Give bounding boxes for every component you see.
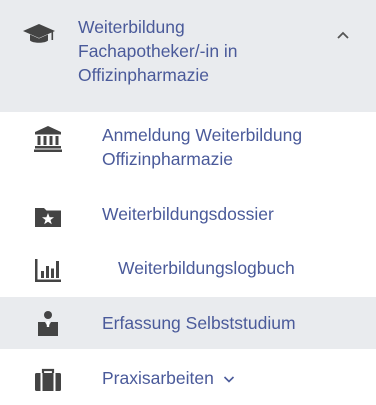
menu-item-anmeldung[interactable]: Anmeldung Weiterbildung Offizinpharmazie [0,114,376,190]
menu-item-praxisarbeiten[interactable]: Praxisarbeiten [0,352,376,404]
menu-item-label-line: Offizinpharmazie [102,149,233,169]
briefcase-icon [34,366,62,394]
bar-chart-icon [34,256,62,284]
menu-group-title-line: Offizinpharmazie [78,65,209,85]
menu-item-label-text: Praxisarbeiten [102,368,214,388]
menu-item-label: Anmeldung Weiterbildung Offizinpharmazie [102,123,302,171]
menu-item-label: Erfassung Selbststudium [102,313,296,333]
menu-group-title-line: Fachapotheker/-in in [78,41,238,61]
menu-item-dossier[interactable]: Weiterbildungsdossier [0,190,376,240]
menu-item-logbuch[interactable]: Weiterbildungslogbuch [0,242,376,294]
chevron-up-icon[interactable] [335,27,351,43]
menu-item-label: Weiterbildungslogbuch [118,258,295,278]
menu-item-selbststudium[interactable]: Erfassung Selbststudium [0,297,376,349]
graduation-cap-icon [22,22,56,46]
menu-group-title-line: Weiterbildung [78,17,185,37]
menu-item-label: Weiterbildungsdossier [102,204,274,224]
menu-item-label-line: Anmeldung Weiterbildung [102,125,303,145]
menu-group-weiterbildung[interactable]: Weiterbildung Fachapotheker/-in in Offiz… [0,0,376,112]
star-folder-icon [34,202,62,230]
chevron-down-icon[interactable] [223,374,235,384]
menu-item-label: Praxisarbeiten [102,366,235,390]
menu-group-title: Weiterbildung Fachapotheker/-in in Offiz… [78,15,298,87]
institution-icon [34,124,62,152]
person-desk-icon [34,309,62,337]
sidebar-navigation: Weiterbildung Fachapotheker/-in in Offiz… [0,0,376,405]
